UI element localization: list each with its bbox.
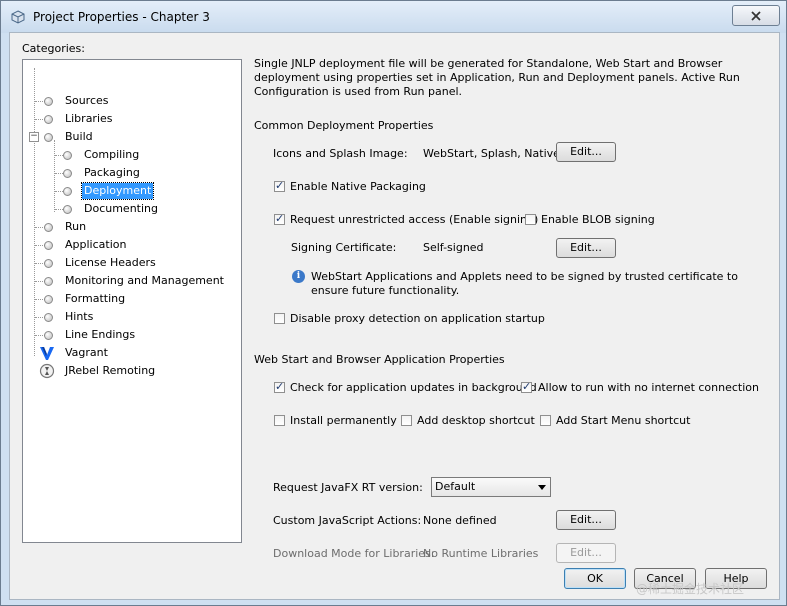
install-permanently-label: Install permanently	[290, 414, 397, 427]
edit-signing-button[interactable]: Edit...	[556, 238, 616, 258]
vagrant-icon	[40, 347, 54, 360]
icons-splash-label: Icons and Splash Image:	[273, 147, 408, 160]
edit-js-actions-button[interactable]: Edit...	[556, 510, 616, 530]
categories-tree[interactable]: Sources Libraries − Build Compiling Pack…	[22, 59, 242, 543]
icons-splash-value: WebStart, Splash, Native	[423, 147, 560, 160]
netbeans-cube-icon	[11, 10, 25, 24]
add-start-menu-label: Add Start Menu shortcut	[556, 414, 691, 427]
check-updates-checkbox[interactable]	[274, 380, 285, 393]
title-bar[interactable]: Project Properties - Chapter 3	[1, 1, 786, 33]
tree-guide-line	[34, 68, 35, 356]
node-icon	[44, 223, 53, 232]
allow-offline-label: Allow to run with no internet connection	[538, 381, 759, 394]
javafx-version-label: Request JavaFX RT version:	[273, 481, 423, 494]
dialog-content: Categories: Sources Libraries − Build Co…	[9, 32, 780, 600]
disable-proxy-checkbox[interactable]	[274, 313, 285, 324]
enable-native-packaging-checkbox[interactable]	[274, 179, 285, 192]
project-properties-dialog: Project Properties - Chapter 3 Categorie…	[0, 0, 787, 606]
close-button[interactable]	[732, 5, 780, 26]
node-icon	[44, 295, 53, 304]
request-unrestricted-label: Request unrestricted access (Enable sign…	[290, 213, 539, 226]
categories-label: Categories:	[22, 42, 85, 55]
window-title: Project Properties - Chapter 3	[33, 10, 210, 24]
node-icon	[44, 133, 53, 142]
node-icon	[63, 205, 72, 214]
download-mode-value: No Runtime Libraries	[423, 547, 539, 560]
node-icon	[44, 259, 53, 268]
download-mode-label: Download Mode for Libraries:	[273, 547, 435, 560]
add-start-menu-checkbox[interactable]	[540, 415, 551, 426]
add-desktop-shortcut-checkbox[interactable]	[401, 415, 412, 426]
node-icon	[44, 241, 53, 250]
allow-offline-checkbox[interactable]	[521, 380, 532, 393]
deployment-panel: Single JNLP deployment file will be gene…	[254, 57, 764, 563]
request-unrestricted-checkbox[interactable]	[274, 212, 285, 225]
node-icon	[63, 151, 72, 160]
deployment-description: Single JNLP deployment file will be gene…	[254, 57, 740, 98]
js-actions-label: Custom JavaScript Actions:	[273, 514, 422, 527]
node-icon	[44, 277, 53, 286]
jrebel-icon	[39, 363, 55, 379]
node-icon	[44, 115, 53, 124]
chevron-down-icon	[538, 485, 546, 490]
close-icon	[751, 10, 761, 21]
install-permanently-checkbox[interactable]	[274, 415, 285, 426]
js-actions-value: None defined	[423, 514, 497, 527]
signing-certificate-label: Signing Certificate:	[291, 241, 397, 254]
check-updates-label: Check for application updates in backgro…	[290, 381, 537, 394]
enable-native-packaging-label: Enable Native Packaging	[290, 180, 426, 193]
signing-info-text: WebStart Applications and Applets need t…	[311, 270, 738, 297]
enable-blob-signing-label: Enable BLOB signing	[541, 213, 655, 226]
node-icon	[44, 331, 53, 340]
tree-guide-line	[54, 140, 55, 212]
enable-blob-signing-checkbox[interactable]	[525, 214, 536, 225]
common-section-heading: Common Deployment Properties	[254, 119, 434, 132]
signing-certificate-value: Self-signed	[423, 241, 484, 254]
watermark-text: @稀土掘金技术社区	[636, 582, 745, 596]
ok-button[interactable]: OK	[564, 568, 626, 589]
node-icon	[44, 97, 53, 106]
edit-icons-button[interactable]: Edit...	[556, 142, 616, 162]
node-icon	[44, 313, 53, 322]
add-desktop-shortcut-label: Add desktop shortcut	[417, 414, 535, 427]
javafx-version-select[interactable]: Default	[431, 477, 551, 497]
edit-download-mode-button: Edit...	[556, 543, 616, 563]
node-icon	[63, 169, 72, 178]
collapse-icon[interactable]: −	[29, 132, 39, 142]
disable-proxy-label: Disable proxy detection on application s…	[290, 312, 545, 325]
javafx-version-value: Default	[435, 480, 476, 493]
node-icon	[63, 187, 72, 196]
webstart-section-heading: Web Start and Browser Application Proper…	[254, 353, 505, 366]
info-icon: i	[292, 270, 305, 283]
